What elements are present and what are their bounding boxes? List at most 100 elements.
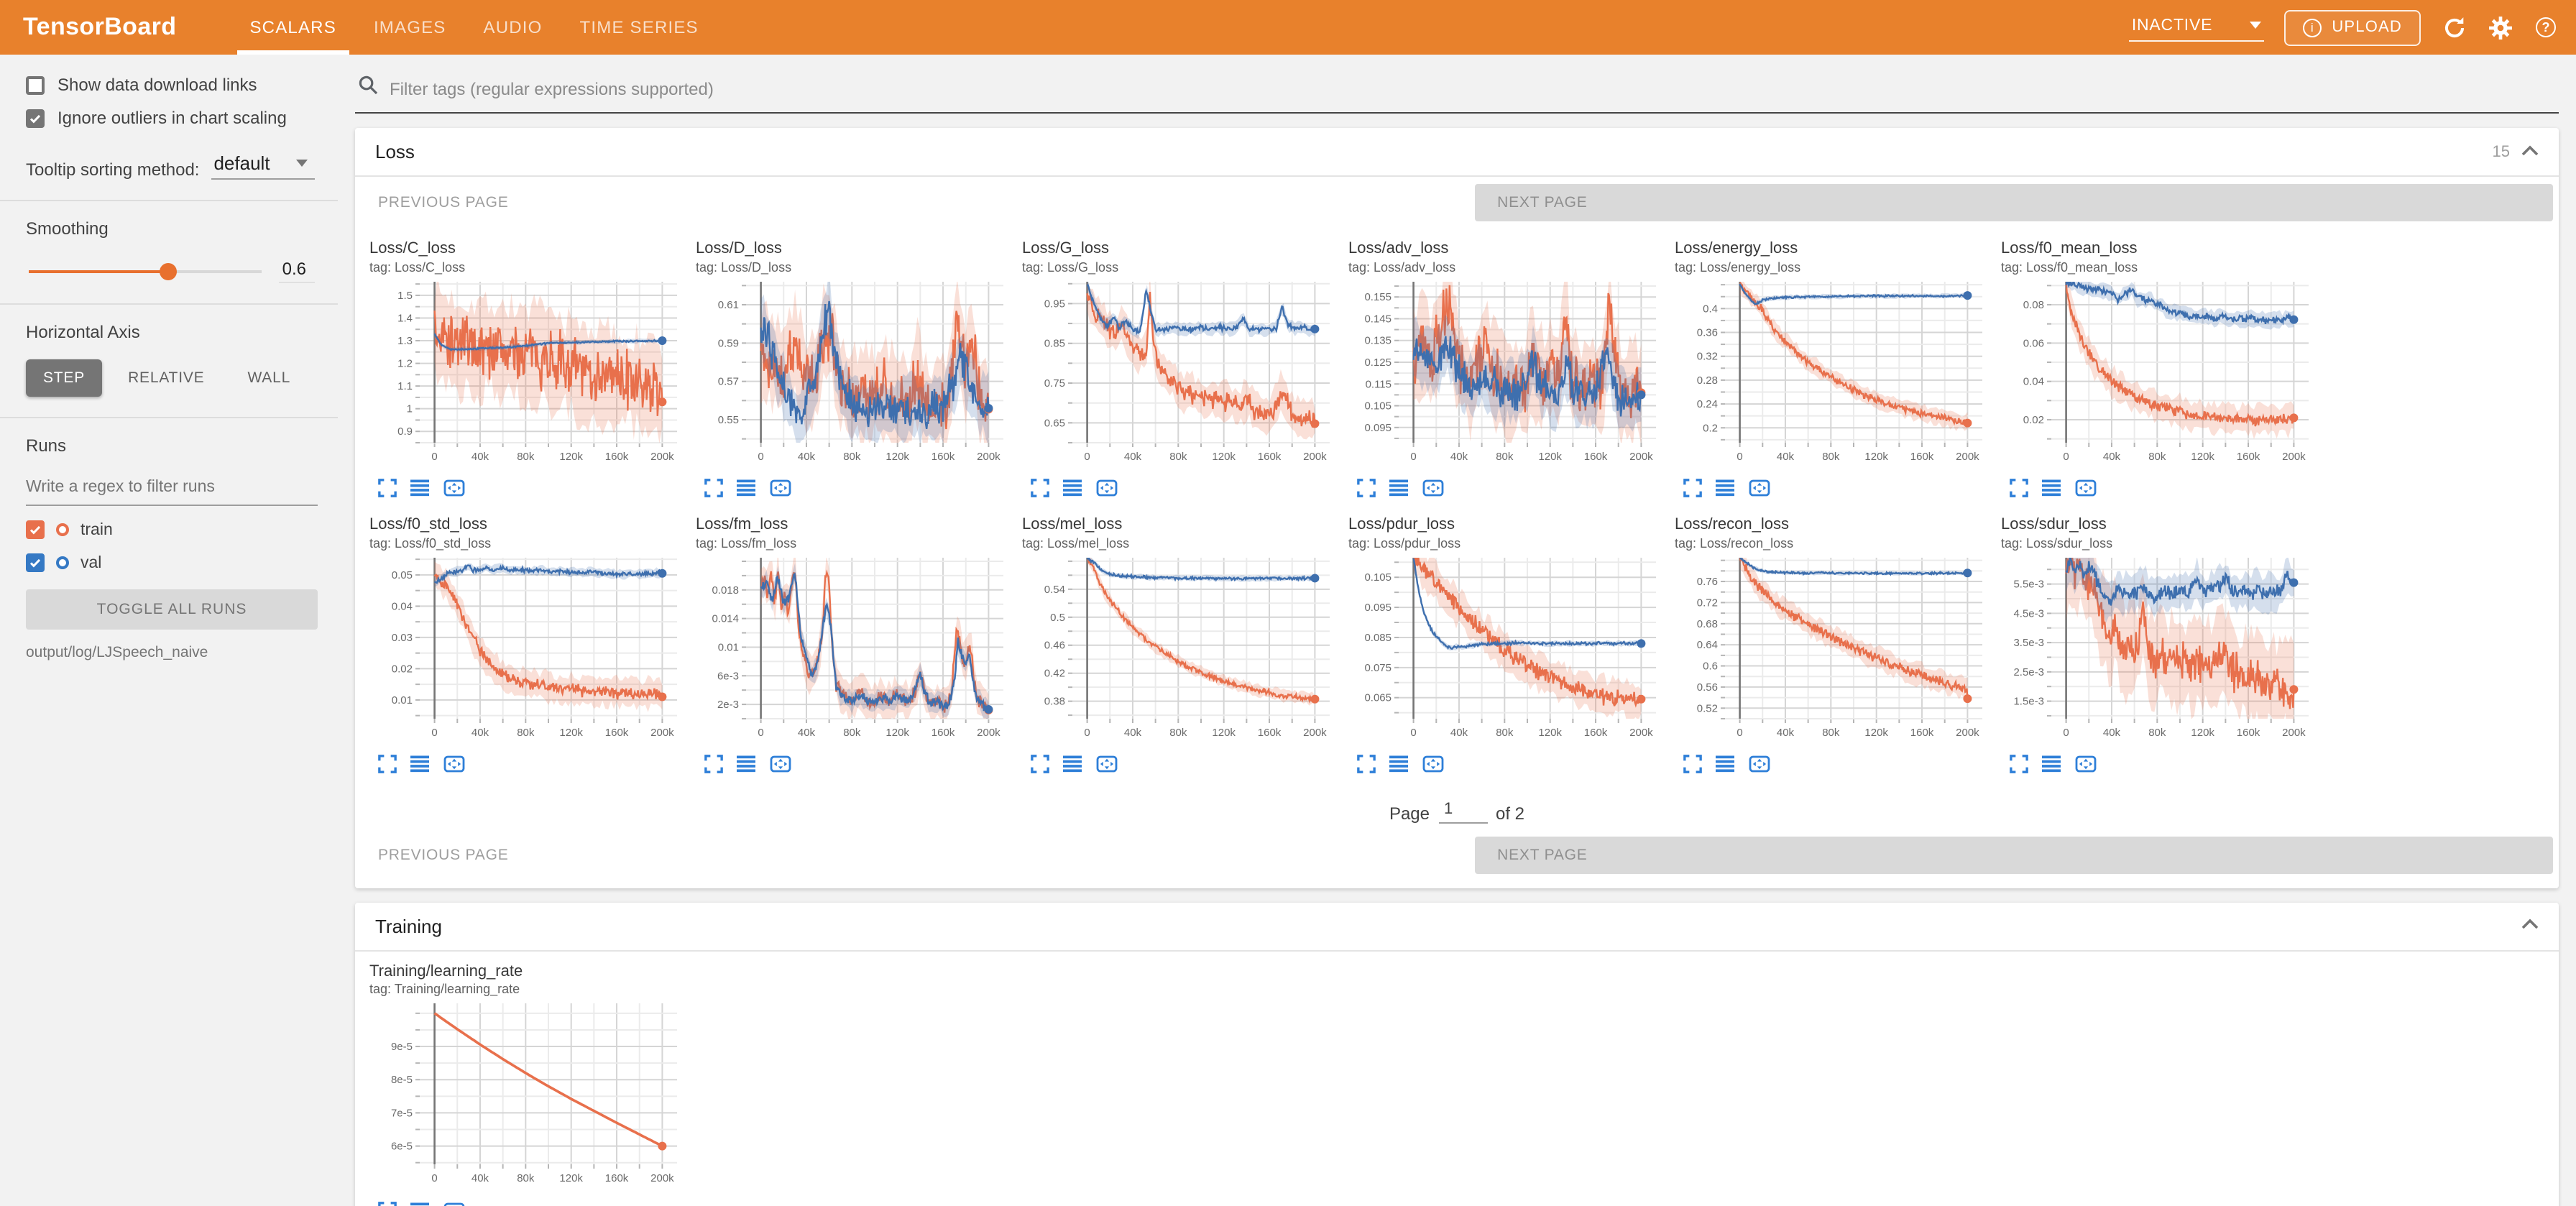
fit-domain-button[interactable] (1422, 479, 1445, 498)
upload-button[interactable]: i UPLOAD (2284, 9, 2421, 45)
tab-audio[interactable]: AUDIO (465, 0, 561, 55)
settings-gear-icon[interactable] (2487, 14, 2513, 40)
expand-chart-button[interactable] (378, 755, 397, 773)
chart-plot[interactable]: 0.020.040.060.08040k80k120k160k200k (2001, 276, 2319, 473)
axis-option-relative[interactable]: RELATIVE (111, 359, 221, 397)
svg-text:0: 0 (431, 726, 437, 738)
chart-plot[interactable]: 0.010.020.030.040.05040k80k120k160k200k (369, 551, 687, 748)
runs-filter-input[interactable] (26, 473, 318, 506)
expand-chart-button[interactable] (2010, 755, 2028, 773)
smoothing-value[interactable]: 0.6 (280, 259, 315, 283)
next-page-button[interactable]: NEXT PAGE (1474, 184, 2553, 221)
ignore-outliers-checkbox[interactable]: Ignore outliers in chart scaling (26, 108, 318, 128)
chart-plot[interactable]: 0.911.11.21.31.41.5040k80k120k160k200k (369, 276, 687, 473)
chart-tile-loss-f0-std-loss: Loss/f0_std_losstag: Loss/f0_std_loss0.0… (361, 507, 687, 783)
run-checkbox-train[interactable] (26, 520, 45, 539)
expand-chart-button[interactable] (378, 1202, 397, 1206)
fit-domain-button[interactable] (1095, 755, 1118, 773)
data-series-icon-button[interactable] (410, 1202, 430, 1206)
expand-chart-button[interactable] (1031, 479, 1049, 498)
chart-plot[interactable]: 0.380.420.460.50.54040k80k120k160k200k (1022, 551, 1340, 748)
data-series-icon-button[interactable] (410, 479, 430, 498)
svg-text:0.36: 0.36 (1697, 326, 1718, 339)
slider-thumb[interactable] (160, 262, 178, 280)
fit-domain-button[interactable] (769, 479, 792, 498)
expand-chart-button[interactable] (1357, 479, 1376, 498)
expand-chart-button[interactable] (1683, 479, 1702, 498)
help-icon[interactable]: ? (2533, 14, 2559, 40)
data-series-icon-button[interactable] (2041, 479, 2061, 498)
chart-plot[interactable]: 1.5e-32.5e-33.5e-34.5e-35.5e-3040k80k120… (2001, 551, 2319, 748)
previous-page-button[interactable]: PREVIOUS PAGE (378, 846, 509, 863)
tab-scalars[interactable]: SCALARS (231, 0, 354, 55)
fit-domain-button[interactable] (1748, 755, 1771, 773)
chart-tag: tag: Loss/f0_std_loss (369, 535, 687, 550)
fit-domain-button[interactable] (2074, 479, 2097, 498)
axis-option-step[interactable]: STEP (26, 359, 102, 397)
chart-plot[interactable]: 0.0950.1050.1150.1250.1350.1450.155040k8… (1348, 276, 1666, 473)
data-series-icon-button[interactable] (736, 755, 756, 773)
svg-text:0.56: 0.56 (1697, 681, 1718, 693)
axis-option-wall[interactable]: WALL (230, 359, 308, 397)
svg-text:5.5e-3: 5.5e-3 (2013, 578, 2044, 590)
expand-chart-button[interactable] (1031, 755, 1049, 773)
data-series-icon-button[interactable] (1389, 755, 1409, 773)
data-series-icon-button[interactable] (736, 479, 756, 498)
fit-domain-button[interactable] (769, 755, 792, 773)
chart-plot[interactable]: 0.20.240.280.320.360.4040k80k120k160k200… (1675, 276, 1992, 473)
expand-chart-button[interactable] (378, 479, 397, 498)
show-download-links-checkbox[interactable]: Show data download links (26, 75, 318, 95)
loss-charts-grid: Loss/C_losstag: Loss/C_loss0.911.11.21.3… (355, 229, 2559, 783)
filter-tags-input[interactable] (390, 78, 2556, 98)
run-row-val[interactable]: val (26, 553, 318, 572)
fit-domain-button[interactable] (443, 479, 466, 498)
data-series-icon-button[interactable] (1715, 479, 1735, 498)
tab-time-series[interactable]: TIME SERIES (561, 0, 717, 55)
data-status-select[interactable]: INACTIVE (2129, 14, 2265, 41)
page-number-input[interactable] (1438, 797, 1487, 823)
loss-section-header[interactable]: Loss 15 (355, 128, 2559, 177)
collapse-chevron-icon[interactable] (2521, 917, 2539, 934)
fit-domain-button[interactable] (1748, 479, 1771, 498)
fit-domain-button[interactable] (443, 755, 466, 773)
tab-images[interactable]: IMAGES (355, 0, 465, 55)
next-page-button[interactable]: NEXT PAGE (1474, 836, 2553, 873)
smoothing-slider[interactable] (29, 270, 262, 272)
chart-plot[interactable]: 0.550.570.590.61040k80k120k160k200k (696, 276, 1013, 473)
expand-chart-button[interactable] (1357, 755, 1376, 773)
svg-text:0: 0 (1084, 726, 1090, 738)
chart-plot[interactable]: 2e-36e-30.010.0140.018040k80k120k160k200… (696, 551, 1013, 748)
fit-domain-button[interactable] (1422, 755, 1445, 773)
fit-domain-button[interactable] (2074, 755, 2097, 773)
slider-fill (29, 270, 169, 272)
svg-text:0: 0 (431, 1173, 437, 1185)
run-row-train[interactable]: train (26, 520, 318, 539)
run-checkbox-val[interactable] (26, 553, 45, 572)
chart-plot[interactable]: 0.520.560.60.640.680.720.76040k80k120k16… (1675, 551, 1992, 748)
chart-plot[interactable]: 0.0650.0750.0850.0950.105040k80k120k160k… (1348, 551, 1666, 748)
expand-chart-button[interactable] (1683, 755, 1702, 773)
training-section-header[interactable]: Training (355, 902, 2559, 951)
chart-plot[interactable]: 6e-57e-58e-59e-5040k80k120k160k200k (369, 998, 687, 1195)
collapse-chevron-icon[interactable] (2521, 143, 2539, 160)
expand-chart-button[interactable] (2010, 479, 2028, 498)
svg-text:160k: 160k (932, 726, 955, 738)
chart-tag: tag: Loss/energy_loss (1675, 260, 1992, 275)
fit-domain-button[interactable] (1095, 479, 1118, 498)
toggle-all-runs-button[interactable]: TOGGLE ALL RUNS (26, 589, 318, 630)
svg-text:0.4: 0.4 (1703, 303, 1718, 315)
data-series-icon-button[interactable] (1715, 755, 1735, 773)
svg-text:0.55: 0.55 (718, 414, 739, 426)
refresh-icon[interactable] (2441, 14, 2467, 40)
data-series-icon-button[interactable] (1062, 479, 1082, 498)
tooltip-sorting-select[interactable]: default (211, 152, 314, 180)
expand-chart-button[interactable] (704, 755, 723, 773)
data-series-icon-button[interactable] (410, 755, 430, 773)
data-series-icon-button[interactable] (1389, 479, 1409, 498)
fit-domain-button[interactable] (443, 1202, 466, 1206)
chart-plot[interactable]: 0.650.750.850.95040k80k120k160k200k (1022, 276, 1340, 473)
expand-chart-button[interactable] (704, 479, 723, 498)
data-series-icon-button[interactable] (2041, 755, 2061, 773)
data-series-icon-button[interactable] (1062, 755, 1082, 773)
previous-page-button[interactable]: PREVIOUS PAGE (378, 194, 509, 211)
